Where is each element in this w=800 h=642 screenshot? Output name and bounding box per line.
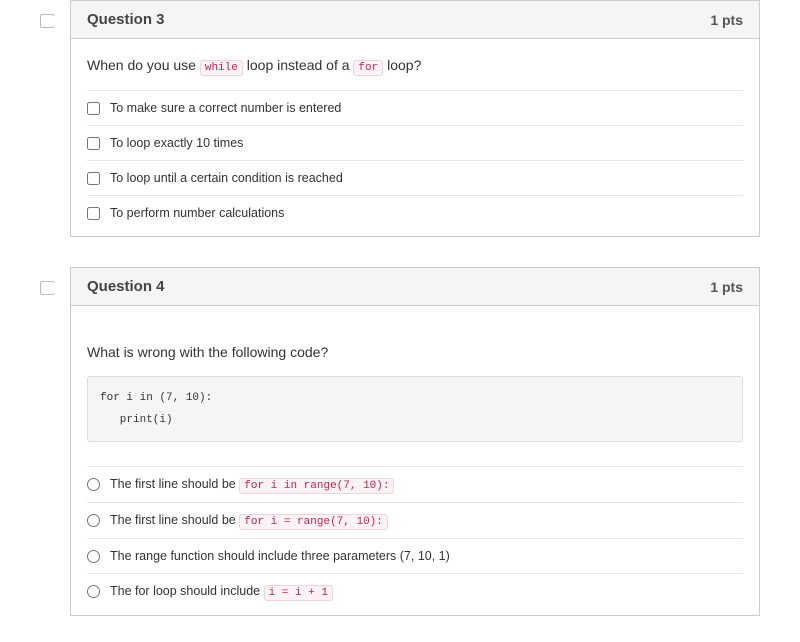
answer-text-pre: The for loop should include	[110, 584, 264, 598]
answer-text: The for loop should include i = i + 1	[110, 584, 333, 599]
question-header: Question 4 1 pts	[71, 268, 759, 306]
answer-radio[interactable]	[87, 478, 100, 491]
question-points: 1 pts	[710, 12, 743, 28]
answer-checkbox[interactable]	[87, 137, 100, 150]
code-chip: i = i + 1	[264, 585, 333, 601]
answer-text-pre: To loop until a certain condition is rea…	[110, 171, 343, 185]
answer-checkbox[interactable]	[87, 207, 100, 220]
answer-option[interactable]: The first line should be for i = range(7…	[87, 502, 743, 538]
code-block: for i in (7, 10): print(i)	[87, 376, 743, 442]
code-chip: for i = range(7, 10):	[239, 514, 388, 530]
prompt-text: What is wrong with the following code?	[87, 344, 328, 360]
answer-option[interactable]: The for loop should include i = i + 1	[87, 573, 743, 609]
answer-radio[interactable]	[87, 514, 100, 527]
question-card: Question 4 1 pts What is wrong with the fo…	[70, 267, 760, 616]
answer-text-pre: The range function should include three …	[110, 549, 450, 563]
question-prompt: When do you use while loop instead of a …	[87, 57, 743, 74]
answer-radio[interactable]	[87, 585, 100, 598]
answer-text: The first line should be for i = range(7…	[110, 513, 388, 528]
question-body: When do you use while loop instead of a …	[71, 39, 759, 236]
answer-text-pre: To perform number calculations	[110, 206, 284, 220]
answer-radio[interactable]	[87, 550, 100, 563]
question-prompt: What is wrong with the following code?	[87, 344, 743, 360]
question-header: Question 3 1 pts	[71, 1, 759, 39]
question-card: Question 3 1 pts When do you use while loo…	[70, 0, 760, 237]
answer-option[interactable]: To make sure a correct number is entered	[87, 90, 743, 125]
answer-text: To loop until a certain condition is rea…	[110, 171, 343, 185]
question-number: Question 4	[87, 278, 165, 295]
answer-text: The range function should include three …	[110, 549, 450, 563]
question-number: Question 3	[87, 11, 165, 28]
question-block: Question 4 1 pts What is wrong with the fo…	[40, 267, 760, 616]
answer-text-pre: To loop exactly 10 times	[110, 136, 243, 150]
question-points: 1 pts	[710, 279, 743, 295]
answer-text-pre: The first line should be	[110, 477, 239, 491]
prompt-text: loop instead of a	[243, 57, 354, 73]
question-block: Question 3 1 pts When do you use while loo…	[40, 0, 760, 237]
answer-option[interactable]: The range function should include three …	[87, 538, 743, 573]
answer-option[interactable]: The first line should be for i in range(…	[87, 466, 743, 502]
answer-text-pre: To make sure a correct number is entered	[110, 101, 341, 115]
answer-text: The first line should be for i in range(…	[110, 477, 394, 492]
question-body: What is wrong with the following code? fo…	[71, 306, 759, 615]
code-chip: for	[353, 60, 383, 76]
answer-option[interactable]: To loop until a certain condition is rea…	[87, 160, 743, 195]
answer-checkbox[interactable]	[87, 172, 100, 185]
prompt-text: When do you use	[87, 57, 200, 73]
answer-option[interactable]: To loop exactly 10 times	[87, 125, 743, 160]
answer-checkbox[interactable]	[87, 102, 100, 115]
answer-text-pre: The first line should be	[110, 513, 239, 527]
prompt-text: loop?	[383, 57, 421, 73]
code-chip: while	[200, 60, 243, 76]
answer-text: To loop exactly 10 times	[110, 136, 243, 150]
answer-text: To make sure a correct number is entered	[110, 101, 341, 115]
answer-option[interactable]: To perform number calculations	[87, 195, 743, 230]
code-chip: for i in range(7, 10):	[239, 478, 394, 494]
flag-icon[interactable]	[40, 14, 56, 28]
flag-icon[interactable]	[40, 281, 56, 295]
answer-text: To perform number calculations	[110, 206, 284, 220]
